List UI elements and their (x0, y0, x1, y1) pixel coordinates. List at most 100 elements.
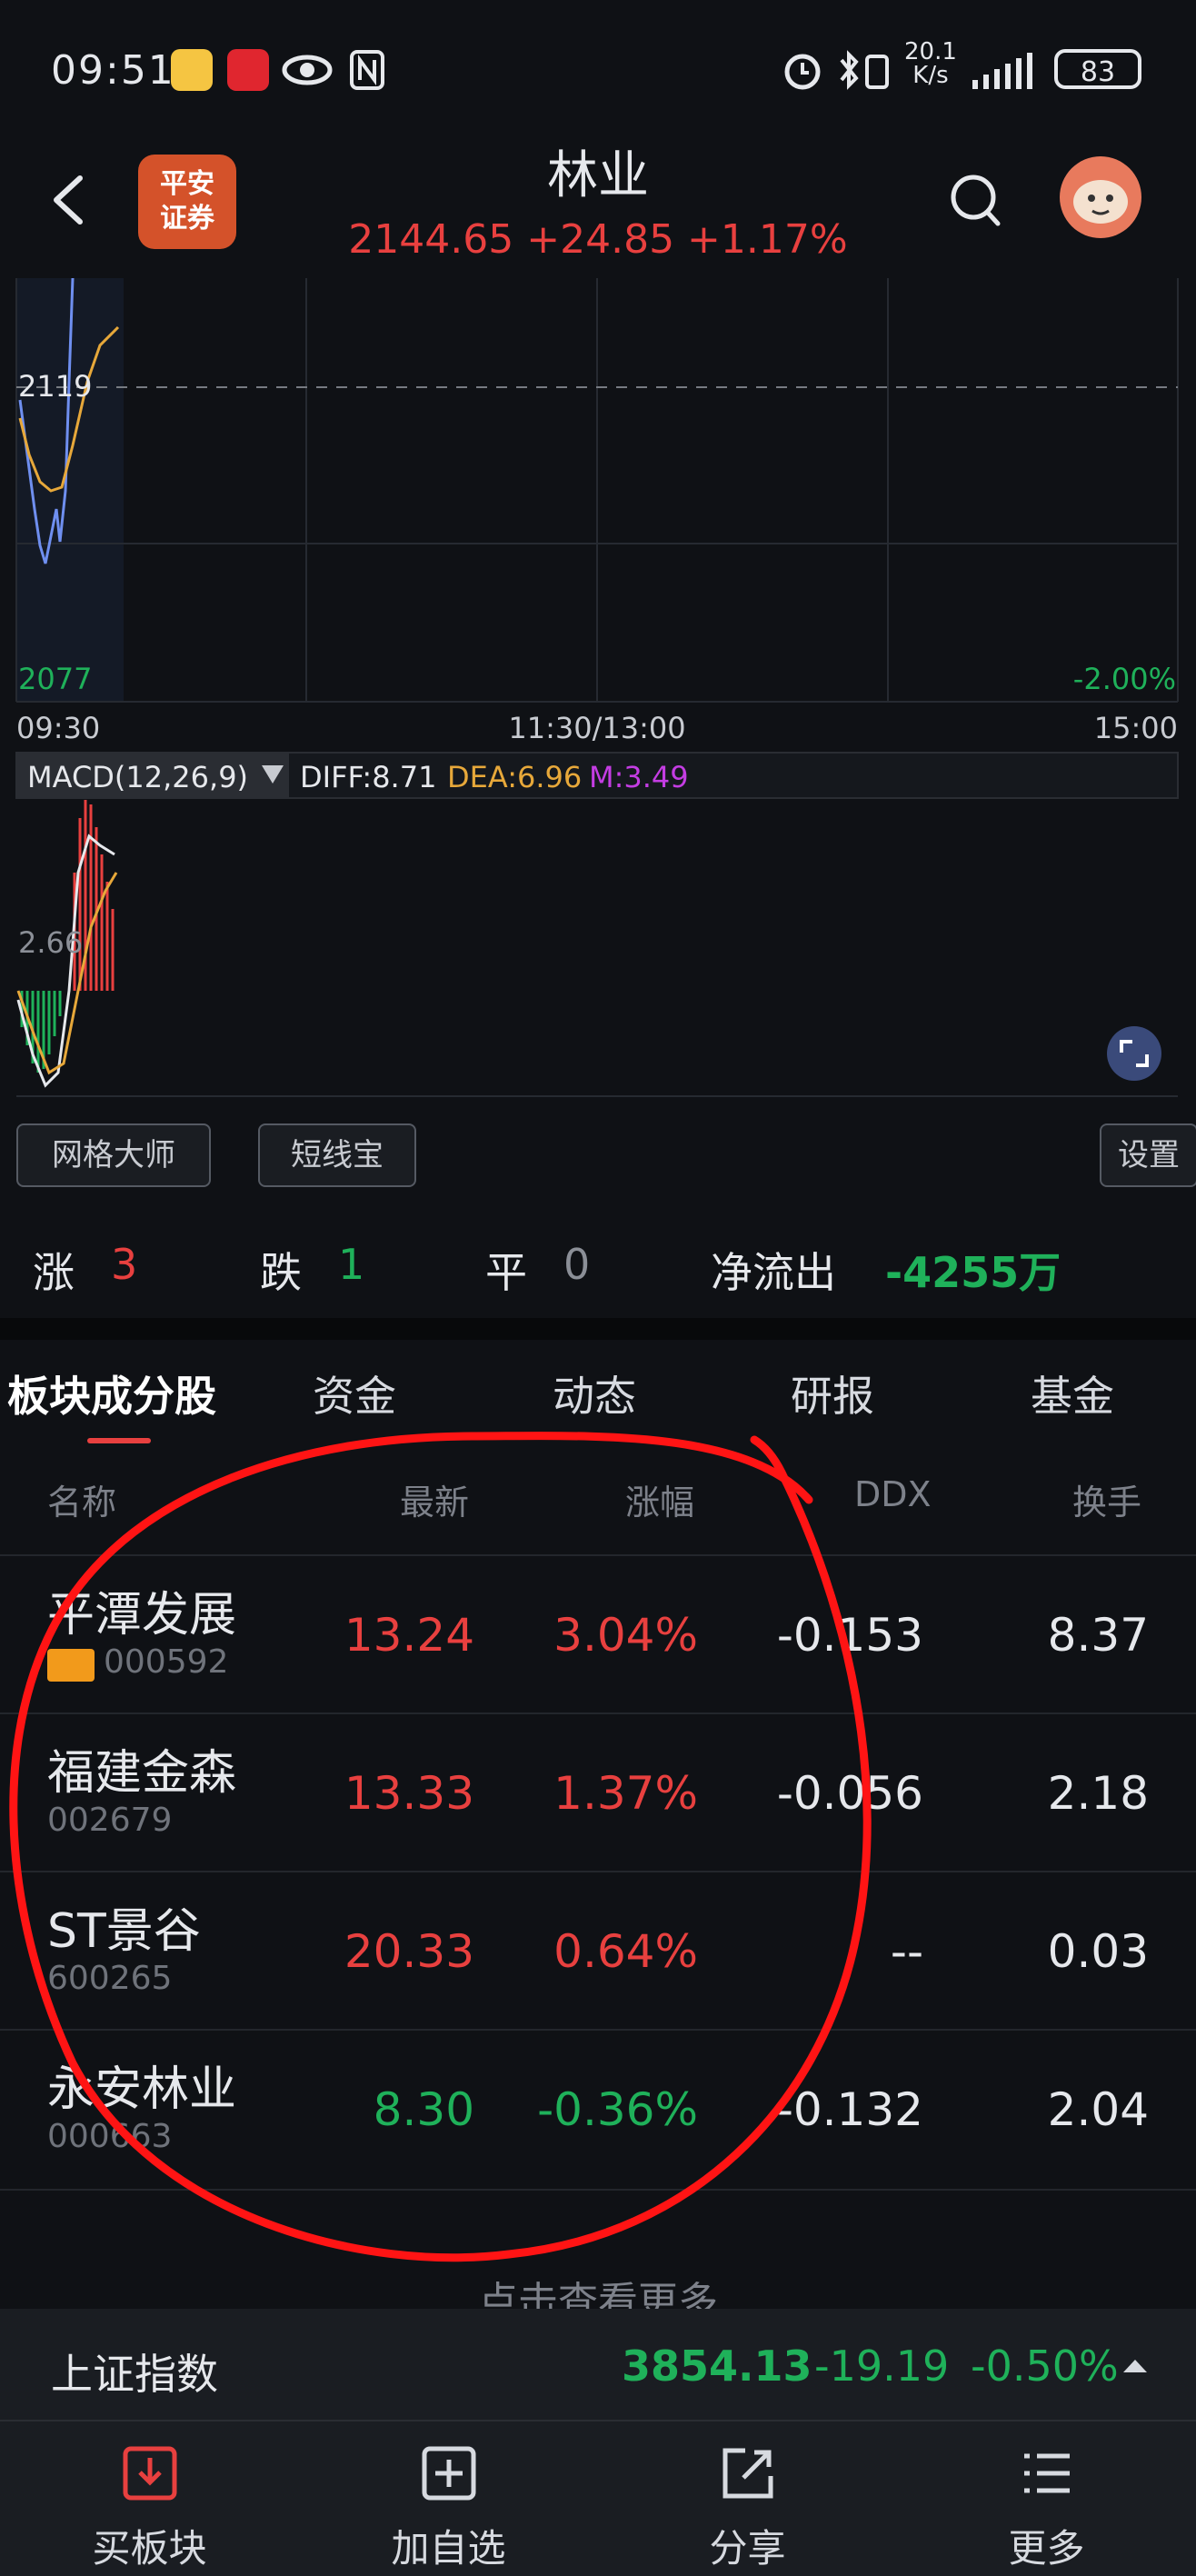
flat-label: 平 (485, 1248, 527, 1297)
stock-turnover: 2.04 (1047, 2083, 1149, 2136)
stock-name: 永安林业 (47, 2062, 237, 2117)
nav-buy-sector[interactable]: 买板块 (0, 2420, 299, 2574)
index-price: 3854.13 (622, 2341, 812, 2391)
stock-price: 20.33 (344, 1925, 474, 1978)
net-flow-label: 净流出 (711, 1248, 836, 1297)
stock-price: 13.33 (344, 1767, 474, 1820)
mascot-icon (1073, 180, 1128, 224)
nav-label: 加自选 (391, 2526, 506, 2571)
tab-news[interactable]: 动态 (553, 1363, 636, 1423)
intraday-chart[interactable]: 2119 2077 -2.00% 09:30 11:30/13:00 15:00… (0, 273, 1196, 1109)
stock-code: 600265 (47, 1960, 173, 1997)
col-turnover[interactable]: 换手 (1072, 1474, 1141, 1524)
nav-label: 分享 (709, 2526, 786, 2571)
stock-change: 0.64% (553, 1925, 698, 1978)
stock-ddx: -0.132 (776, 2083, 923, 2136)
x-label-open: 09:30 (16, 711, 100, 745)
stock-turnover: 2.18 (1047, 1767, 1149, 1820)
net-speed-value: 20.1 (904, 38, 957, 65)
table-row[interactable]: 福建金森 002679 13.33 1.37% -0.056 2.18 (0, 1712, 1196, 1872)
tab-funds[interactable]: 资金 (313, 1363, 396, 1423)
short-line-button[interactable]: 短线宝 (258, 1123, 416, 1187)
bluetooth-battery-icon (840, 50, 889, 90)
buy-download-icon (123, 2446, 177, 2501)
nav-label: 买板块 (92, 2526, 207, 2571)
y-low-label: 2077 (18, 662, 92, 696)
nav-label: 更多 (1008, 2526, 1085, 2571)
settings-button[interactable]: 设置 (1100, 1123, 1196, 1187)
breadth-stats: 涨 3 跌 1 平 0 净流出 -4255万 (0, 1218, 1196, 1309)
y-high-label: 2119 (18, 369, 92, 404)
macd-label: MACD(12,26,9) (27, 760, 248, 794)
stock-turnover: 8.37 (1047, 1609, 1149, 1662)
tab-indicator (87, 1438, 151, 1443)
sector-quote: 2144.65 +24.85 +1.17% (348, 216, 848, 263)
nfc-icon (350, 50, 384, 90)
app-notification-icon (227, 49, 269, 91)
grid-master-button[interactable]: 网格大师 (16, 1123, 211, 1187)
alarm-icon (784, 54, 821, 90)
avatar[interactable] (1060, 156, 1141, 238)
nav-add-watchlist[interactable]: 加自选 (299, 2420, 598, 2574)
stock-turnover: 0.03 (1047, 1925, 1149, 1978)
financing-badge-icon (47, 1649, 95, 1682)
search-icon[interactable] (949, 173, 1003, 231)
stock-code: 000592 (104, 1643, 229, 1681)
tab-fund[interactable]: 基金 (1031, 1363, 1114, 1423)
share-icon (723, 2448, 773, 2499)
stock-ddx: -- (890, 1925, 923, 1978)
stock-ddx: -0.056 (776, 1767, 923, 1820)
macd-axis-label: 2.66 (18, 925, 83, 960)
down-value: 1 (338, 1240, 365, 1289)
macd-dea: DEA:6.96 (447, 760, 582, 794)
stock-name: 平潭发展 (47, 1588, 237, 1642)
net-flow-value: -4255万 (885, 1248, 1061, 1297)
weibo-icon (171, 49, 213, 91)
stock-price: 8.30 (373, 2083, 474, 2136)
stock-change: 1.37% (553, 1767, 698, 1820)
macd-diff: DIFF:8.71 (300, 760, 436, 794)
table-row[interactable]: 永安林业 000663 8.30 -0.36% -0.132 2.04 (0, 2029, 1196, 2191)
list-menu-icon (1024, 2453, 1070, 2493)
index-change: -19.19 (814, 2341, 950, 2391)
down-label: 跌 (260, 1248, 302, 1297)
index-pct: -0.50% (971, 2341, 1119, 2391)
stock-change: -0.36% (537, 2083, 698, 2136)
status-bar: 09:51 20.1 K/s 83 (0, 0, 1196, 136)
net-speed: 20.1 K/s (904, 40, 957, 87)
up-label: 涨 (33, 1248, 75, 1297)
tab-constituents[interactable]: 板块成分股 (7, 1363, 216, 1423)
stock-price: 13.24 (344, 1609, 474, 1662)
nav-share[interactable]: 分享 (598, 2420, 897, 2574)
col-price[interactable]: 最新 (400, 1474, 469, 1524)
table-row[interactable]: 平潭发展 000592 13.24 3.04% -0.153 8.37 (0, 1554, 1196, 1714)
col-name[interactable]: 名称 (47, 1474, 116, 1524)
status-time: 09:51 (51, 47, 175, 94)
stock-name: ST景谷 (47, 1904, 201, 1959)
stock-ddx: -0.153 (776, 1609, 923, 1662)
stock-code: 000663 (47, 2118, 173, 2155)
battery-icon: 83 (1054, 49, 1141, 89)
net-speed-unit: K/s (912, 62, 949, 89)
y-low-pct: -2.00% (1073, 662, 1176, 696)
tab-research[interactable]: 研报 (791, 1363, 874, 1423)
eye-icon (282, 55, 333, 85)
macd-m: M:3.49 (589, 760, 689, 794)
section-divider (0, 1318, 1196, 1340)
col-ddx[interactable]: DDX (854, 1474, 932, 1514)
signal-icon (972, 53, 1032, 89)
expand-up-icon[interactable] (1121, 2354, 1149, 2376)
table-row[interactable]: ST景谷 600265 20.33 0.64% -- 0.03 (0, 1871, 1196, 2031)
x-label-mid: 11:30/13:00 (508, 711, 685, 745)
index-name: 上证指数 (51, 2350, 218, 2399)
chart-grid (15, 278, 1179, 703)
fullscreen-button[interactable] (1107, 1026, 1161, 1081)
page-title: 林业 (547, 146, 649, 205)
col-change[interactable]: 涨幅 (625, 1474, 694, 1524)
stock-name: 福建金森 (47, 1746, 237, 1801)
up-value: 3 (111, 1240, 138, 1289)
flat-value: 0 (563, 1240, 591, 1289)
macd-red-bars (73, 800, 115, 991)
add-square-icon (422, 2446, 476, 2501)
nav-more[interactable]: 更多 (897, 2420, 1196, 2574)
